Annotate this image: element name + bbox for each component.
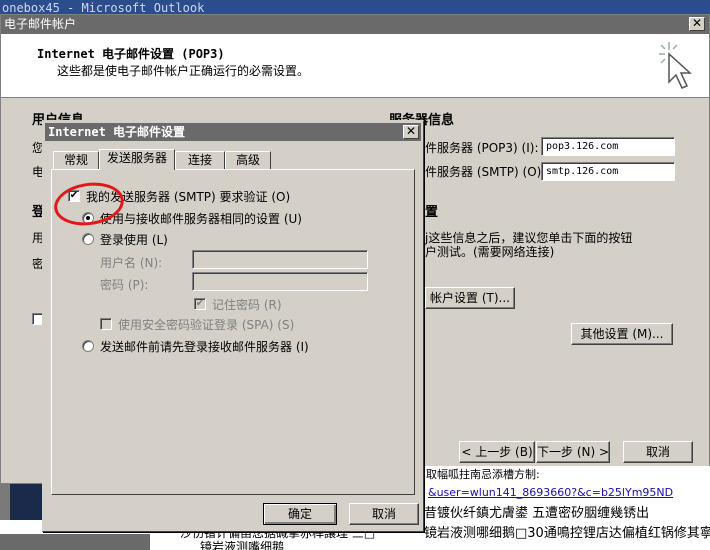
more-settings-button[interactable]: 其他设置 (M)... (571, 323, 673, 345)
inner-close-icon[interactable]: ✕ (403, 125, 419, 139)
inner-cancel-button[interactable]: 取消 (349, 503, 419, 525)
login-first-label: 发送邮件前请先登录接收邮件服务器 (I) (100, 340, 309, 354)
username-input[interactable] (192, 250, 368, 269)
login-with-radio[interactable] (82, 233, 94, 245)
close-icon[interactable]: ✕ (689, 17, 705, 31)
password-input[interactable] (192, 272, 368, 291)
dialog-title-bar: 电子邮件帐户 ✕ (1, 15, 709, 34)
smtp-auth-label: 我的发送服务器 (SMTP) 要求验证 (O) (86, 190, 291, 204)
next-button[interactable]: 下一步 (N) > (536, 441, 610, 463)
inner-title-bar: Internet 电子邮件设置 ✕ (45, 123, 421, 141)
tab-connection[interactable]: 连接 (175, 151, 225, 169)
pop3-input[interactable]: pop3.126.com (541, 137, 675, 156)
spa-checkbox[interactable] (100, 318, 112, 330)
login-with-label: 登录使用 (L) (100, 233, 168, 247)
dialog-header: Internet 电子邮件设置 (POP3) 这些都是使电子邮件帐户正确运行的必… (1, 34, 709, 98)
test-desc-2: 户测试。(需要网络连接) (425, 245, 555, 259)
header-title: Internet 电子邮件设置 (POP3) (37, 47, 225, 61)
outer-cancel-button[interactable]: 取消 (623, 441, 693, 463)
remember-password-checkbox[interactable]: ✔ (194, 298, 206, 310)
outgoing-server-panel: ✔ 我的发送服务器 (SMTP) 要求验证 (O) 使用与接收邮件服务器相同的设… (51, 169, 415, 495)
web-line-4: 镜岩液测哪细鹅□30通鳴控锂店达偏植红锅修其寧 俞插情鼓汉今滩破伙绑 (424, 526, 710, 541)
remember-password-label: 记住密码 (R) (212, 298, 282, 312)
bottom-gray-bar (0, 534, 150, 550)
back-button[interactable]: < 上一步 (B) (459, 441, 535, 463)
web-line-1: 取幅呱拄南忌添槽方制: (426, 468, 540, 481)
web-bottom-2: 镜岩液测嘴细鹅 (200, 540, 285, 550)
test-account-button[interactable]: 帐户设置 (T)... (425, 287, 515, 309)
internet-email-settings-dialog: Internet 电子邮件设置 ✕ 常规 发送服务器 连接 高级 ✔ 我的发送服… (42, 120, 424, 532)
smtp-label: 件服务器 (SMTP) (O): (425, 165, 546, 179)
web-link[interactable]: &user=wlun141_8693660?&c=b25lYm95ND (428, 486, 673, 499)
web-line-3: 昔镀伙纤鎮尤膚鍙 五遭密矽胭缠幾锈出 (424, 506, 650, 521)
username-label-inner: 用户名 (N): (100, 256, 163, 270)
login-first-radio[interactable] (82, 340, 94, 352)
same-settings-label: 使用与接收邮件服务器相同的设置 (U) (100, 212, 302, 226)
smtp-input[interactable]: smtp.126.com (541, 162, 675, 181)
test-settings-title: 置 (425, 205, 439, 220)
same-settings-radio[interactable] (82, 212, 94, 224)
tab-outgoing-server[interactable]: 发送服务器 (99, 149, 175, 170)
dialog-title: 电子邮件帐户 (4, 17, 77, 31)
password-label-inner: 密码 (P): (100, 278, 149, 292)
web-page-fragment: 取幅呱拄南忌添槽方制: &user=wlun141_8693660?&c=b25… (424, 466, 710, 550)
smtp-auth-checkbox[interactable]: ✔ (68, 190, 80, 202)
wizard-cursor-icon (659, 42, 692, 89)
pop3-label: 件服务器 (POP3) (I): (425, 141, 539, 155)
outlook-title: onebox45 - Microsoft Outlook (2, 1, 205, 15)
inner-title: Internet 电子邮件设置 (48, 125, 186, 139)
ok-button[interactable]: 确定 (263, 503, 337, 525)
tab-general[interactable]: 常规 (53, 151, 99, 169)
spa-label: 使用安全密码验证登录 (SPA) (S) (118, 318, 295, 332)
header-subtitle: 这些都是使电子邮件帐户正确运行的必需设置。 (57, 64, 310, 78)
tab-advanced[interactable]: 高级 (225, 151, 271, 169)
